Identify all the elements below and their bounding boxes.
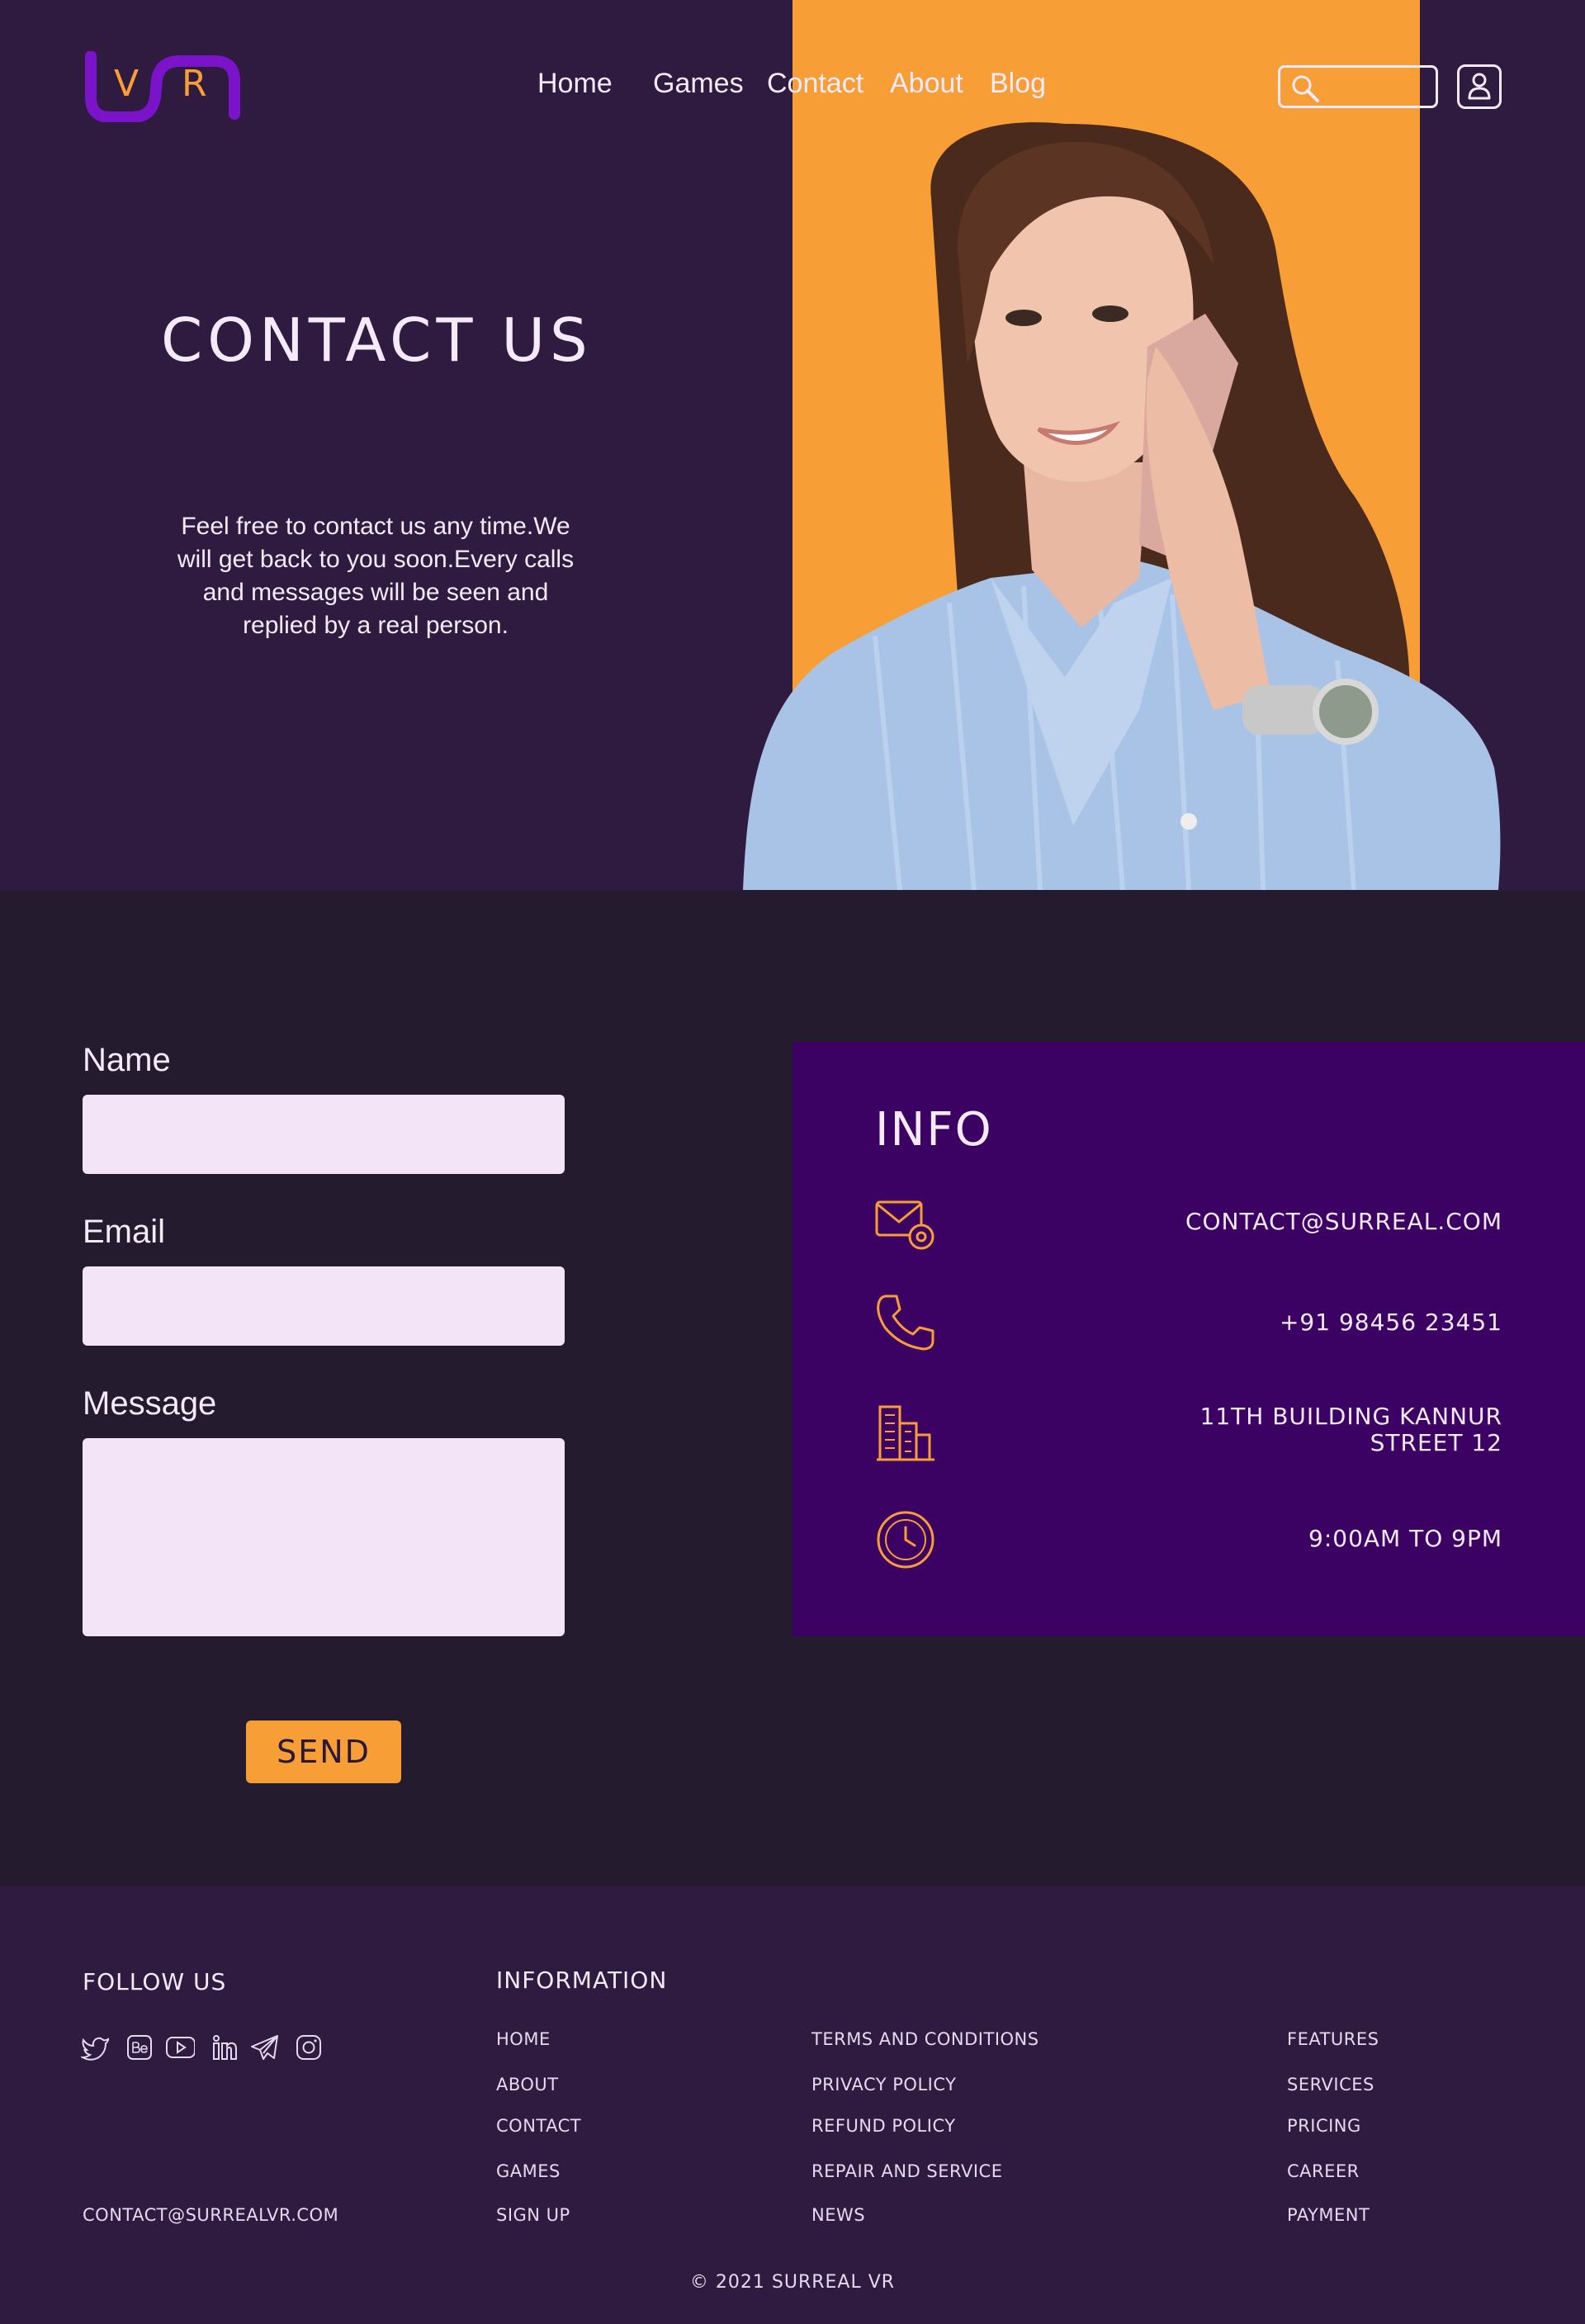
footer-link-games[interactable]: GAMES (496, 2161, 561, 2181)
nav-contact[interactable]: Contact (767, 68, 863, 100)
search-input[interactable] (1278, 65, 1438, 108)
info-address-line1: 11TH BUILDING KANNUR (1199, 1403, 1502, 1430)
logo-letter-v: V (114, 63, 140, 105)
footer-link-features[interactable]: FEATURES (1287, 2029, 1379, 2049)
info-phone[interactable]: +91 98456 23451 (1280, 1309, 1502, 1336)
footer-link-pricing[interactable]: PRICING (1287, 2116, 1361, 2136)
nav-games[interactable]: Games (653, 68, 744, 100)
logo-letter-r: R (182, 63, 207, 105)
twitter-icon[interactable] (81, 2033, 111, 2062)
nav-home[interactable]: Home (537, 68, 613, 100)
building-icon (877, 1405, 934, 1461)
page-title: CONTACT US (161, 305, 593, 375)
instagram-icon[interactable] (294, 2033, 324, 2062)
info-hours: 9:00AM TO 9PM (1308, 1525, 1502, 1552)
name-field[interactable] (83, 1095, 565, 1174)
logo-shape-icon (85, 50, 240, 123)
phone-icon (877, 1295, 934, 1351)
search-icon (1292, 75, 1319, 102)
footer-link-payment[interactable]: PAYMENT (1287, 2205, 1370, 2225)
footer-link-career[interactable]: CAREER (1287, 2161, 1360, 2181)
hero-description: Feel free to contact us any time.We will… (177, 513, 575, 639)
send-button[interactable]: SEND (246, 1721, 401, 1783)
name-label: Name (83, 1042, 171, 1078)
footer-link-repair[interactable]: REPAIR AND SERVICE (811, 2161, 1002, 2181)
user-account-button[interactable] (1457, 64, 1502, 109)
info-email[interactable]: CONTACT@SURREAL.COM (1185, 1209, 1502, 1235)
footer-link-terms[interactable]: TERMS AND CONDITIONS (811, 2029, 1039, 2049)
info-address: 11TH BUILDING KANNUR STREET 12 (1200, 1403, 1502, 1456)
message-label: Message (83, 1385, 217, 1422)
info-panel: INFO CONTACT@SURREAL.COM +91 98456 23451… (792, 1042, 1585, 1636)
footer-link-sign-up[interactable]: SIGN UP (496, 2205, 570, 2225)
footer-link-refund[interactable]: REFUND POLICY (811, 2116, 956, 2136)
nav-blog[interactable]: Blog (990, 68, 1046, 100)
message-field[interactable] (83, 1438, 565, 1636)
behance-icon[interactable] (125, 2033, 154, 2062)
clock-icon (877, 1511, 934, 1569)
email-label: Email (83, 1214, 166, 1250)
info-title: INFO (875, 1103, 993, 1157)
footer-link-news[interactable]: NEWS (811, 2205, 865, 2225)
nav-about[interactable]: About (890, 68, 963, 100)
footer-link-home[interactable]: HOME (496, 2029, 551, 2049)
footer-link-about[interactable]: ABOUT (496, 2075, 559, 2094)
information-heading: INFORMATION (496, 1967, 668, 1994)
follow-us-heading: FOLLOW US (83, 1968, 227, 1995)
user-icon (1468, 73, 1491, 100)
telegram-icon[interactable] (250, 2033, 280, 2062)
email-field[interactable] (83, 1266, 565, 1346)
footer-contact-email[interactable]: CONTACT@SURREALVR.COM (83, 2205, 338, 2225)
hero-section: V R Home Games Contact About Blog CONTAC… (0, 0, 1585, 890)
linkedin-icon[interactable] (210, 2033, 239, 2062)
footer-link-services[interactable]: SERVICES (1287, 2075, 1374, 2094)
info-address-line2: STREET 12 (1370, 1429, 1502, 1456)
hero-photo-woman-on-phone (743, 122, 1501, 890)
mail-at-icon (875, 1200, 934, 1250)
footer-link-contact[interactable]: CONTACT (496, 2116, 581, 2136)
footer-link-privacy[interactable]: PRIVACY POLICY (811, 2075, 956, 2094)
brand-logo[interactable]: V R (83, 50, 241, 123)
copyright: © 2021 SURREAL VR (689, 2272, 896, 2293)
youtube-icon[interactable] (165, 2033, 195, 2062)
footer (0, 1886, 1585, 2324)
